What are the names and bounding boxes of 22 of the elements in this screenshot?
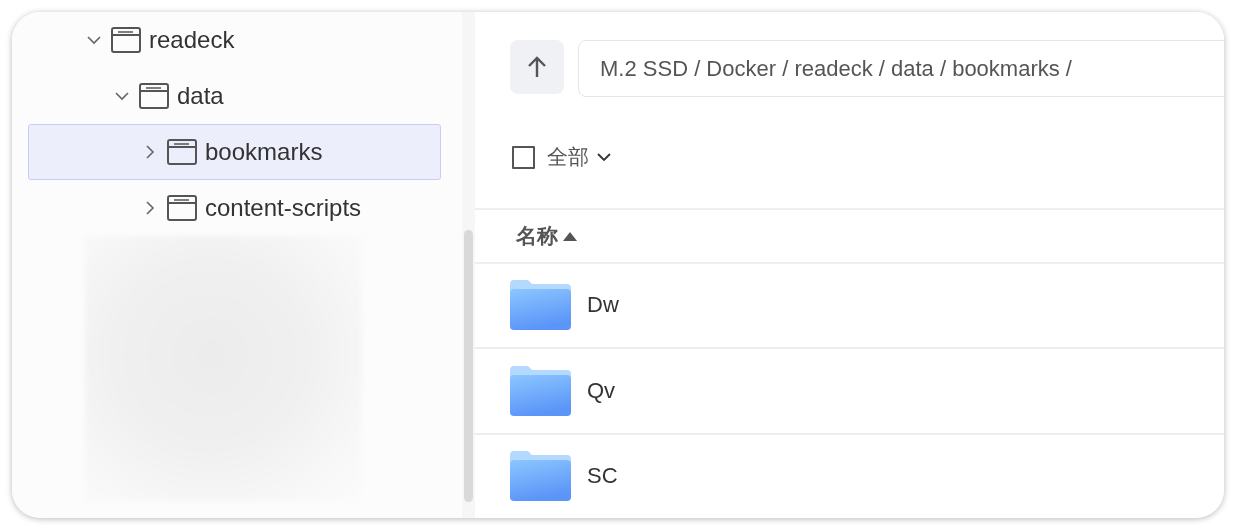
file-name: Dw bbox=[587, 292, 619, 319]
folder-icon bbox=[510, 365, 571, 416]
tree-item[interactable]: readeck bbox=[28, 12, 441, 68]
tree-item[interactable]: data bbox=[28, 68, 441, 124]
folder-icon bbox=[139, 83, 169, 109]
file-name: SC bbox=[587, 463, 618, 490]
file-name: Qv bbox=[587, 377, 616, 404]
tree-item[interactable]: bookmarks bbox=[28, 124, 441, 180]
folder-icon bbox=[167, 139, 197, 165]
tree-item[interactable]: content-scripts bbox=[28, 180, 441, 236]
scrollbar-thumb[interactable] bbox=[464, 230, 473, 502]
checkbox[interactable] bbox=[512, 145, 535, 169]
folder-icon bbox=[111, 27, 141, 53]
path-field[interactable]: M.2 SSD / Docker / readeck / data / bookmarks / bbox=[578, 40, 1224, 97]
folder-icon bbox=[510, 280, 571, 331]
folder-icon bbox=[510, 451, 571, 502]
column-header[interactable]: 名称 bbox=[516, 221, 578, 250]
up-button[interactable] bbox=[510, 40, 564, 94]
select-dropdown[interactable]: 全部 bbox=[547, 143, 611, 171]
arrow-up-icon bbox=[526, 55, 548, 79]
folder-icon bbox=[167, 195, 197, 221]
chevron-down-icon bbox=[597, 152, 611, 162]
